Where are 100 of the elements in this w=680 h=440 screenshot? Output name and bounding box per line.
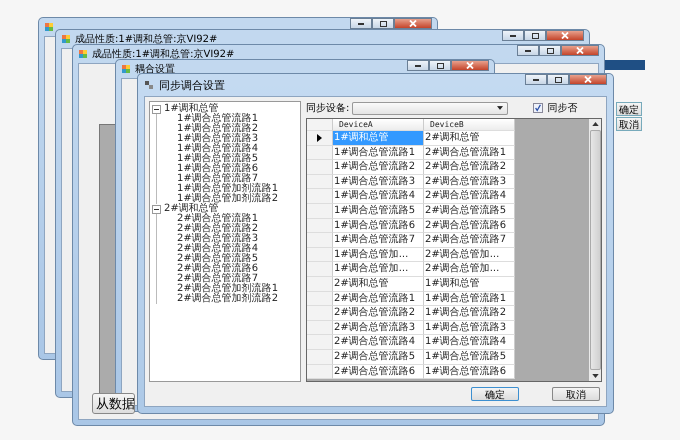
table-cell[interactable]: 1#调合总管流路5 [333, 204, 424, 219]
maximize-button[interactable] [539, 45, 561, 56]
collapse-icon[interactable] [152, 204, 161, 214]
close-icon [561, 32, 569, 39]
background-button[interactable]: 取消 [616, 117, 642, 131]
table-cell[interactable]: 2#调合总管加... [424, 248, 515, 262]
table-cell[interactable]: 1#调合总管加... [333, 262, 424, 277]
scroll-down-icon[interactable] [592, 374, 598, 378]
table-cell[interactable]: 2#调合总管流路5 [333, 350, 424, 364]
table-cell[interactable]: 2#调和总管 [424, 131, 515, 146]
tree-item[interactable]: 1#调合总管流路6 [177, 164, 258, 174]
tree-item[interactable]: 1#调合总管流路5 [177, 154, 258, 164]
app-icon [121, 64, 131, 74]
tree-item[interactable]: 2#调合总管流路4 [177, 244, 258, 254]
table-cell[interactable]: 1#调合总管流路1 [424, 292, 515, 306]
background-button[interactable]: 从数据 [92, 393, 135, 414]
table-cell[interactable]: 2#调合总管流路3 [424, 174, 515, 190]
table-cell[interactable]: 2#调合总管流路2 [424, 160, 515, 175]
sync-device-dropdown[interactable] [352, 102, 508, 114]
tree-item[interactable]: 2#调合总管流路3 [177, 234, 258, 244]
table-cell[interactable]: 1#调合总管流路3 [424, 320, 515, 336]
window-title: 成品性质:1#调和总管:京VI92# [75, 32, 218, 46]
tree-item[interactable]: 2#调合总管流路2 [177, 224, 258, 234]
table-cell[interactable]: 2#调合总管流路3 [333, 320, 424, 336]
tree-item[interactable]: 1#调合总管流路1 [177, 114, 258, 124]
table-cell[interactable]: 2#调合总管加... [424, 262, 515, 277]
tree-item[interactable]: 2#调合总管流路5 [177, 254, 258, 264]
caret-icon [497, 106, 504, 110]
table-cell[interactable]: 1#调合总管流路4 [424, 335, 515, 350]
window-title: 同步调合设置 [159, 78, 225, 92]
table-cell[interactable]: 1#调合总管加... [333, 248, 424, 262]
table-cell[interactable]: 2#调合总管流路4 [333, 335, 424, 350]
maximize-icon [436, 62, 444, 68]
vertical-scrollbar[interactable] [589, 119, 601, 381]
table-cell[interactable]: 2#调和总管 [333, 276, 424, 292]
minimize-button[interactable] [407, 60, 429, 71]
table-cell[interactable]: 2#调合总管流路6 [333, 364, 424, 380]
app-icon [61, 34, 71, 44]
table-cell[interactable]: 2#调合总管流路1 [424, 146, 515, 160]
table-cell[interactable]: 1#调合总管流路4 [333, 189, 424, 204]
table-cell[interactable]: 2#调合总管流路7 [424, 233, 515, 248]
maximize-button[interactable] [524, 30, 546, 41]
tree-item[interactable]: 2#调合总管加剂流路2 [177, 294, 278, 304]
close-button[interactable] [394, 18, 432, 29]
table-cell[interactable]: 1#调合总管流路7 [333, 233, 424, 248]
tree-item[interactable]: 1#调和总管 [164, 104, 219, 114]
table-cell[interactable]: 1#调合总管流路2 [424, 306, 515, 321]
background-button[interactable]: 确定 [616, 102, 642, 116]
table-cell[interactable]: 2#调合总管流路5 [424, 204, 515, 219]
close-icon [576, 47, 584, 54]
collapse-icon[interactable] [152, 104, 161, 114]
dialog-button[interactable]: 取消 [552, 387, 600, 401]
minimize-button[interactable] [502, 30, 524, 41]
tree-item[interactable]: 2#调和总管 [164, 204, 219, 214]
minimize-icon [533, 78, 539, 80]
maximize-button[interactable] [429, 60, 451, 71]
tree-item[interactable]: 2#调合总管加剂流路1 [177, 284, 278, 294]
minimize-button[interactable] [350, 18, 372, 29]
scroll-thumb[interactable] [590, 130, 600, 370]
close-button[interactable] [569, 74, 607, 85]
table-cell[interactable]: 1#调合总管流路3 [333, 174, 424, 190]
close-button[interactable] [546, 30, 584, 41]
dialog-button[interactable]: 确定 [471, 387, 519, 401]
tree-item[interactable]: 1#调合总管加剂流路2 [177, 194, 278, 204]
minimize-button[interactable] [517, 45, 539, 56]
tree-item[interactable]: 1#调合总管流路4 [177, 144, 258, 154]
tree-item[interactable]: 2#调合总管流路6 [177, 264, 258, 274]
table-cell[interactable]: 2#调合总管流路4 [424, 189, 515, 204]
close-icon [466, 62, 474, 69]
scroll-up-icon[interactable] [592, 122, 598, 126]
minimize-button[interactable] [525, 74, 547, 85]
column-header[interactable]: DeviceB [424, 119, 515, 131]
table-cell[interactable]: 1#调和总管 [424, 276, 515, 292]
tree-item[interactable]: 1#调合总管流路7 [177, 174, 258, 184]
table-cell[interactable]: 2#调合总管流路2 [333, 306, 424, 321]
window-title: 成品性质:1#调和总管:京VI92# [92, 48, 234, 61]
maximize-button[interactable] [372, 18, 394, 29]
tree-item[interactable]: 1#调合总管流路2 [177, 124, 258, 134]
table-cell[interactable]: 2#调合总管流路1 [333, 292, 424, 306]
table-cell[interactable]: 1#调合总管流路6 [333, 218, 424, 234]
table-cell[interactable]: 2#调合总管流路6 [424, 218, 515, 234]
window-title: 耦合设置 [135, 62, 175, 76]
table-cell[interactable]: 1#调合总管流路5 [424, 350, 515, 364]
table-cell[interactable]: 1#调合总管流路1 [333, 146, 424, 160]
maximize-button[interactable] [547, 74, 569, 85]
close-button[interactable] [451, 60, 489, 71]
close-button[interactable] [561, 45, 599, 56]
row-header[interactable] [307, 131, 333, 146]
tree-item[interactable]: 1#调合总管加剂流路1 [177, 184, 278, 194]
tree-item[interactable]: 1#调合总管流路3 [177, 134, 258, 144]
column-header[interactable]: DeviceA [333, 119, 424, 131]
sync-checkbox[interactable]: 同步否 [533, 101, 578, 115]
check-icon [534, 104, 542, 112]
tree-item[interactable]: 2#调合总管流路1 [177, 214, 258, 224]
maximize-icon [380, 20, 386, 26]
table-cell[interactable]: 1#调合总管流路2 [333, 160, 424, 175]
close-icon [409, 20, 417, 27]
minimize-icon [415, 64, 421, 66]
table-cell[interactable]: 1#调合总管流路6 [424, 364, 515, 380]
tree-item[interactable]: 2#调合总管流路7 [177, 274, 258, 284]
